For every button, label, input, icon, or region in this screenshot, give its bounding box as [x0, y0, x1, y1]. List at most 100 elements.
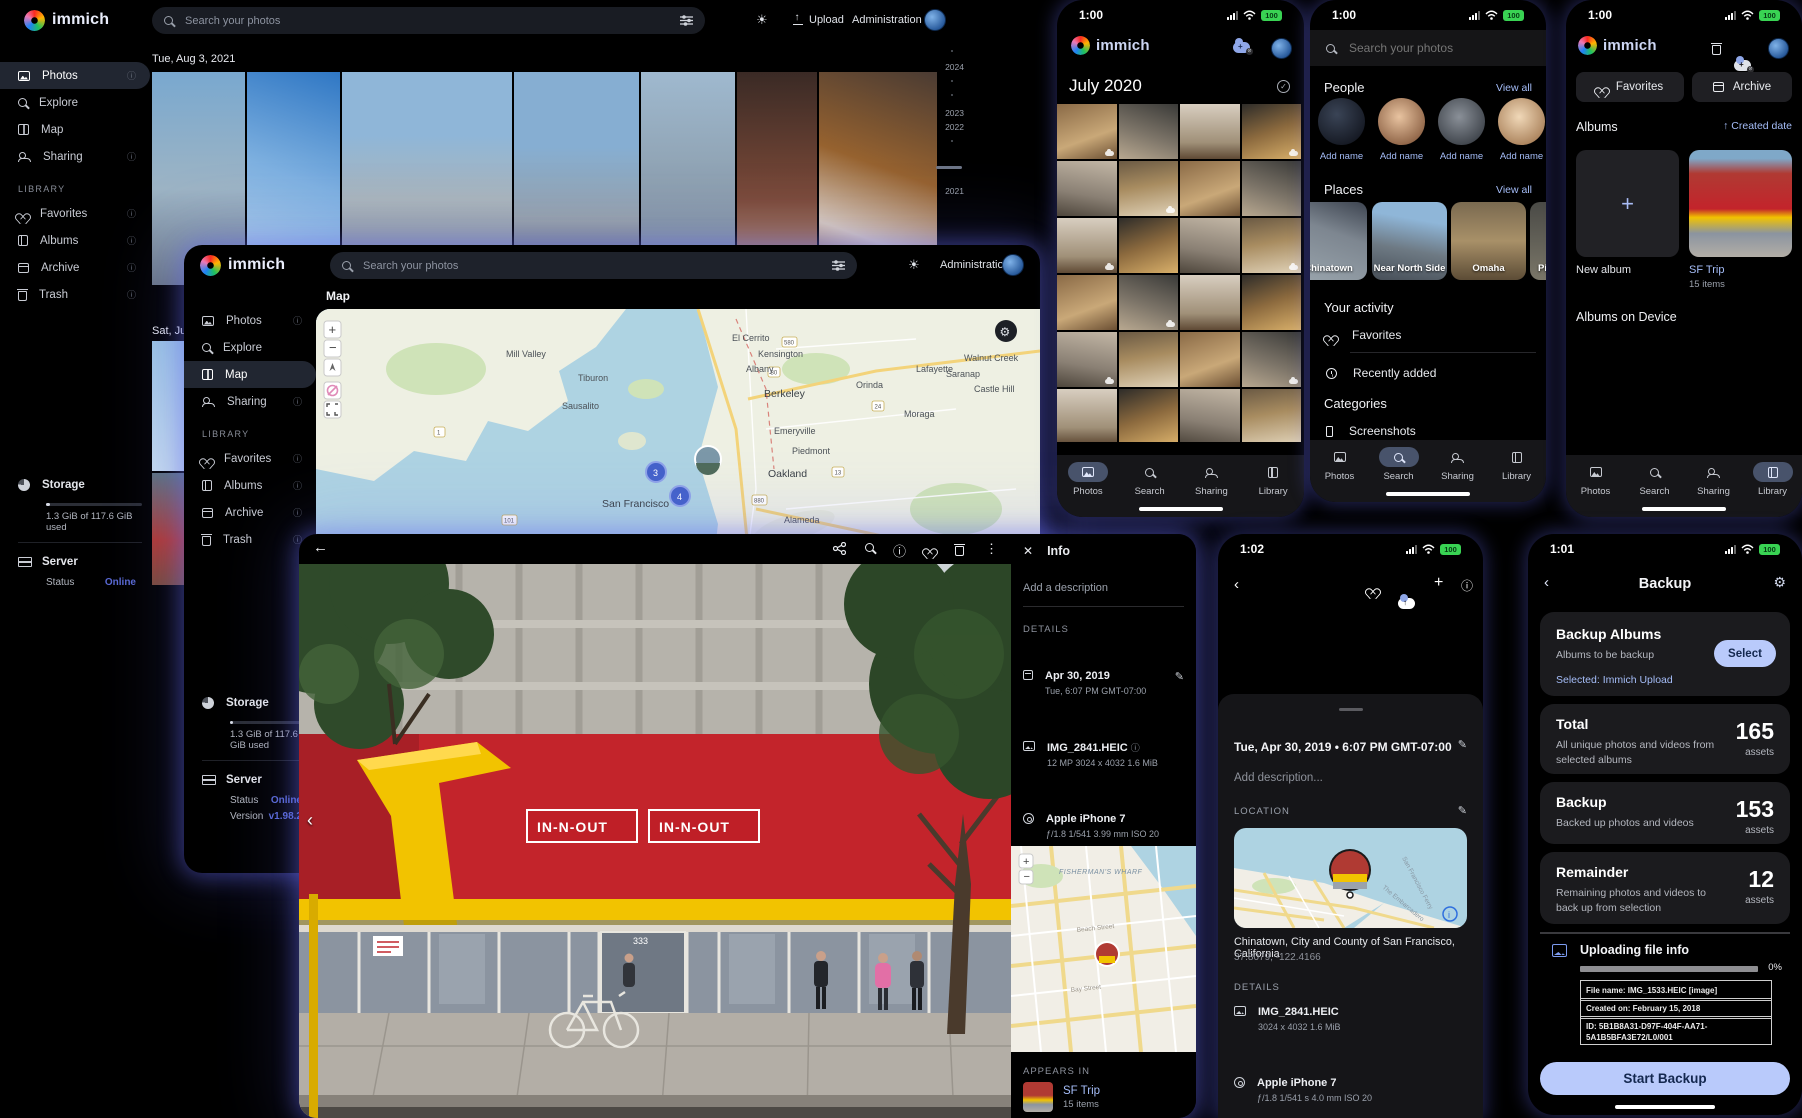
close-icon[interactable]: ✕ — [1023, 544, 1033, 558]
timeline-handle[interactable] — [936, 166, 962, 169]
photo-in-n-out[interactable]: IN-N-OUT IN-N-OUT 333 — [299, 564, 1011, 1118]
photo-thumbnail[interactable] — [1057, 332, 1117, 387]
add-to-album-plus-icon[interactable]: + — [1434, 574, 1443, 592]
search-input[interactable] — [183, 14, 670, 28]
nav-library[interactable]: Library — [1747, 462, 1799, 497]
photo-thumbnail[interactable] — [1119, 275, 1179, 330]
nav-photos[interactable]: Photos — [1062, 462, 1114, 497]
user-avatar[interactable] — [1768, 38, 1789, 59]
sidebar-item-sharing[interactable]: Sharingⓘ — [0, 143, 150, 170]
photo-thumbnail[interactable] — [1119, 161, 1179, 216]
user-avatar[interactable] — [1271, 38, 1292, 59]
photo-thumbnail[interactable] — [1119, 218, 1179, 273]
map-settings-button[interactable]: ⚙ — [995, 320, 1017, 342]
photo-thumbnail[interactable] — [1057, 389, 1117, 442]
description-field[interactable]: Add description... — [1234, 772, 1323, 784]
sidebar-item-favorites[interactable]: Favoritesⓘ — [184, 445, 316, 472]
filter-sliders-icon[interactable] — [680, 15, 693, 26]
photo-thumbnail[interactable] — [1119, 104, 1179, 159]
user-avatar[interactable] — [1002, 254, 1024, 276]
location-map-card[interactable]: San Francisco Ferry The Embarcadero i — [1234, 828, 1467, 928]
favorite-heart-icon[interactable] — [925, 544, 935, 553]
photo-thumbnail[interactable] — [1057, 161, 1117, 216]
album-sf-trip-tile[interactable] — [1689, 150, 1792, 257]
photo-thumbnail[interactable] — [1057, 275, 1117, 330]
delete-trash-icon[interactable] — [955, 546, 964, 556]
new-album-tile[interactable]: + — [1576, 150, 1679, 257]
backup-cloud-icon[interactable]: +⊘ — [1734, 60, 1751, 71]
nav-search[interactable]: Search — [1124, 462, 1176, 497]
favorite-heart-icon[interactable] — [1368, 584, 1378, 593]
prev-photo-chevron[interactable]: ‹ — [307, 810, 313, 830]
select-all-check-icon[interactable]: ✓ — [1277, 80, 1290, 93]
sidebar-item-favorites[interactable]: Favoritesⓘ — [0, 200, 150, 227]
info-icon[interactable]: ⓘ — [893, 541, 906, 560]
cluster-marker[interactable]: 4 — [670, 486, 690, 506]
sheet-drag-handle[interactable] — [1339, 708, 1363, 711]
search-bar[interactable] — [330, 252, 857, 279]
place-tile[interactable]: Chinatown — [1310, 202, 1367, 280]
photo-thumbnail[interactable] — [1180, 389, 1240, 442]
photo-thumbnail[interactable] — [1242, 389, 1302, 442]
sidebar-item-archive[interactable]: Archiveⓘ — [0, 254, 150, 281]
description-field[interactable]: Add a description — [1023, 582, 1108, 594]
back-chevron-icon[interactable]: ‹ — [1234, 576, 1239, 593]
search-input[interactable] — [1347, 40, 1530, 56]
photo-thumbnail[interactable] — [152, 473, 185, 585]
photo-thumbnail[interactable] — [1180, 218, 1240, 273]
backup-cloud-icon[interactable]: +⊘ — [1233, 42, 1250, 53]
place-tile[interactable]: Omaha — [1451, 202, 1526, 280]
photo-thumbnail[interactable] — [1242, 218, 1302, 273]
sidebar-item-sharing[interactable]: Sharingⓘ — [184, 388, 316, 415]
person[interactable]: Add name — [1498, 98, 1545, 162]
upload-button[interactable]: Upload — [793, 14, 844, 26]
search-input[interactable] — [361, 259, 822, 273]
person[interactable]: Add name — [1378, 98, 1425, 162]
upload-cloud-icon[interactable]: ↑ — [1398, 598, 1415, 609]
home-indicator[interactable] — [1139, 507, 1223, 511]
sidebar-item-trash[interactable]: Trashⓘ — [184, 526, 316, 553]
cluster-marker[interactable]: 3 — [646, 462, 666, 482]
nav-sharing[interactable]: Sharing — [1432, 447, 1484, 482]
search-bar[interactable] — [1310, 30, 1546, 66]
photo-thumbnail[interactable] — [1242, 275, 1302, 330]
map-zoom-controls[interactable]: + − — [324, 321, 341, 418]
sidebar-item-explore[interactable]: Explore — [0, 89, 150, 116]
sidebar-item-photos[interactable]: Photosⓘ — [0, 62, 150, 89]
more-options-icon[interactable]: ⋮ — [985, 541, 998, 557]
photo-thumbnail[interactable] — [1242, 161, 1302, 216]
nav-photos[interactable]: Photos — [1314, 447, 1366, 482]
share-icon[interactable] — [833, 542, 846, 555]
add-name-link[interactable]: Add name — [1498, 151, 1545, 162]
user-avatar[interactable] — [924, 9, 946, 31]
sidebar-item-albums[interactable]: Albumsⓘ — [0, 227, 150, 254]
place-tile[interactable]: Near North Side — [1372, 202, 1447, 280]
add-name-link[interactable]: Add name — [1318, 151, 1365, 162]
favorites-button[interactable]: Favorites — [1576, 72, 1684, 102]
photo-thumbnail[interactable] — [1242, 332, 1302, 387]
place-tile[interactable]: Pi — [1530, 202, 1546, 280]
sidebar-item-explore[interactable]: Explore — [184, 334, 316, 361]
person[interactable]: Add name — [1318, 98, 1365, 162]
nav-sharing[interactable]: Sharing — [1688, 462, 1740, 497]
trash-icon[interactable] — [1712, 45, 1721, 55]
back-arrow-icon[interactable]: ← — [313, 539, 328, 556]
filter-sliders-icon[interactable] — [832, 260, 845, 271]
photo-thumbnail[interactable] — [1180, 332, 1240, 387]
search-bar[interactable] — [152, 7, 705, 34]
location-mini-map[interactable]: FISHERMAN'S WHARF Beach Street Bay Stree… — [1011, 846, 1196, 1052]
map-info-icon[interactable]: i — [1448, 910, 1450, 920]
sidebar-item-archive[interactable]: Archiveⓘ — [184, 499, 316, 526]
administration-link[interactable]: Administration — [852, 14, 922, 26]
info-icon[interactable]: ⓘ — [1461, 577, 1473, 594]
photo-thumbnail[interactable] — [1180, 275, 1240, 330]
photo-thumbnail[interactable] — [1242, 104, 1302, 159]
add-name-link[interactable]: Add name — [1378, 151, 1425, 162]
nav-library[interactable]: Library — [1247, 462, 1299, 497]
photo-thumbnail[interactable] — [1057, 104, 1117, 159]
immich-logo[interactable]: immich — [200, 255, 285, 276]
sidebar-item-albums[interactable]: Albumsⓘ — [184, 472, 316, 499]
people-view-all-link[interactable]: View all — [1496, 82, 1532, 94]
photo-thumbnail[interactable] — [1119, 389, 1179, 442]
settings-gear-icon[interactable]: ⚙ — [1773, 574, 1786, 591]
